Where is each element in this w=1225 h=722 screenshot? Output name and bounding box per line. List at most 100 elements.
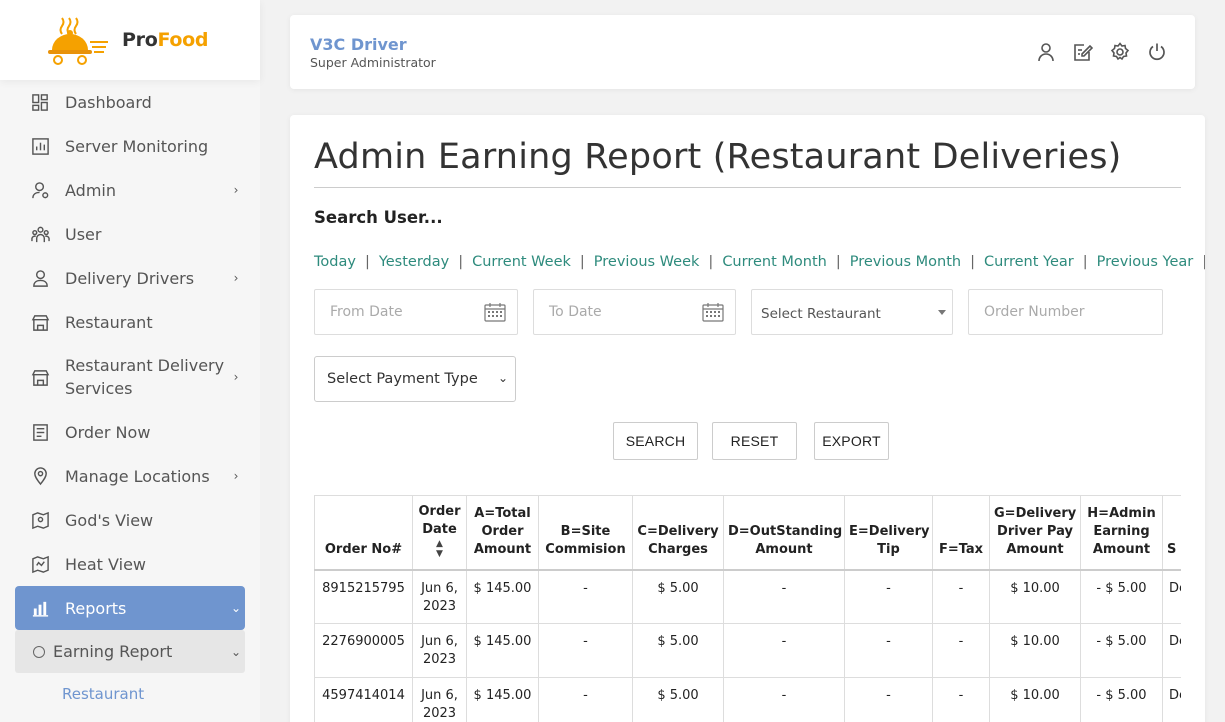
profile-icon[interactable] bbox=[1036, 42, 1056, 62]
cell-total-order-amount: $ 145.00 bbox=[466, 623, 539, 678]
map-icon bbox=[30, 510, 50, 530]
col-outstanding-amount[interactable]: D=OutStanding Amount bbox=[723, 495, 845, 571]
sidebar-subitem-earning-report[interactable]: Earning Report ⌄ bbox=[15, 630, 245, 673]
cell-driver-pay-amount: $ 10.00 bbox=[989, 677, 1081, 722]
cell-admin-earning-amount: - $ 5.00 bbox=[1080, 623, 1163, 678]
header-label: S bbox=[1167, 541, 1177, 557]
cell-total-order-amount: $ 145.00 bbox=[466, 677, 539, 722]
admin-user-icon bbox=[30, 180, 50, 200]
sort-icon[interactable]: ▲ ▼ bbox=[417, 539, 462, 559]
order-number-input[interactable]: Order Number bbox=[968, 289, 1163, 335]
cell-driver-pay-amount: $ 10.00 bbox=[989, 569, 1081, 624]
sidebar-item-manage-locations[interactable]: Manage Locations › bbox=[15, 464, 245, 488]
col-delivery-tip[interactable]: E=Delivery Tip bbox=[844, 495, 933, 571]
header-label: H=Admin Earning Amount bbox=[1087, 505, 1156, 557]
search-button[interactable]: SEARCH bbox=[613, 422, 698, 460]
sidebar-item-admin[interactable]: Admin › bbox=[15, 178, 245, 202]
col-tax[interactable]: F=Tax bbox=[932, 495, 990, 571]
separator: | bbox=[364, 254, 370, 270]
sidebar-item-label: User bbox=[65, 224, 102, 244]
cell-admin-earning-amount: - $ 5.00 bbox=[1080, 677, 1163, 722]
restaurant-select[interactable]: Select Restaurant bbox=[751, 289, 953, 335]
col-status[interactable]: S bbox=[1162, 495, 1181, 571]
reset-button[interactable]: RESET bbox=[712, 422, 797, 460]
col-total-order-amount[interactable]: A=Total Order Amount bbox=[466, 495, 539, 571]
power-icon[interactable] bbox=[1147, 42, 1167, 62]
cell-order-date: Jun 6, 2023 bbox=[412, 677, 467, 722]
sidebar-item-dashboard[interactable]: Dashboard bbox=[15, 90, 245, 114]
chevron-down-icon: ⌄ bbox=[230, 644, 242, 659]
sidebar-item-delivery-drivers[interactable]: Delivery Drivers › bbox=[15, 266, 245, 290]
sidebar-item-restaurant[interactable]: Restaurant bbox=[15, 310, 245, 334]
sidebar-item-user[interactable]: User bbox=[15, 222, 245, 246]
chevron-right-icon: › bbox=[233, 469, 239, 483]
sidebar-item-heat-view[interactable]: Heat View bbox=[15, 552, 245, 576]
calendar-icon[interactable] bbox=[702, 302, 724, 322]
quick-link-previous-month[interactable]: Previous Month bbox=[850, 254, 961, 270]
to-date-field[interactable]: To Date bbox=[533, 289, 736, 335]
sidebar-item-restaurant-delivery-services[interactable]: Restaurant Delivery Services › bbox=[15, 353, 245, 401]
cell-delivery-charges: $ 5.00 bbox=[632, 623, 724, 678]
cell-admin-earning-amount: - $ 5.00 bbox=[1080, 569, 1163, 624]
order-icon bbox=[30, 422, 50, 442]
quick-link-current-month[interactable]: Current Month bbox=[722, 254, 827, 270]
quick-link-current-year[interactable]: Current Year bbox=[984, 254, 1074, 270]
cell-outstanding-amount: - bbox=[723, 623, 845, 678]
cell-delivery-charges: $ 5.00 bbox=[632, 569, 724, 624]
quick-link-current-week[interactable]: Current Week bbox=[472, 254, 571, 270]
title-divider bbox=[314, 187, 1181, 188]
table-row[interactable]: 8915215795 Jun 6, 2023 $ 145.00 - $ 5.00… bbox=[314, 569, 1181, 624]
cell-driver-pay-amount: $ 10.00 bbox=[989, 623, 1081, 678]
edit-icon[interactable] bbox=[1073, 42, 1093, 62]
from-date-field[interactable]: From Date bbox=[314, 289, 518, 335]
header-label: B=Site Commision bbox=[545, 523, 626, 557]
calendar-icon[interactable] bbox=[484, 302, 506, 322]
sidebar-item-reports[interactable]: Reports ⌄ bbox=[15, 586, 245, 630]
header-label: C=Delivery Charges bbox=[637, 523, 719, 557]
page-title: Admin Earning Report (Restaurant Deliver… bbox=[314, 137, 1122, 177]
separator: | bbox=[970, 254, 975, 270]
cell-tax: - bbox=[932, 569, 990, 624]
quick-link-today[interactable]: Today bbox=[314, 254, 356, 270]
col-order-no[interactable]: Order No# bbox=[314, 495, 413, 571]
col-site-commission[interactable]: B=Site Commision bbox=[538, 495, 633, 571]
sidebar-item-label: God's View bbox=[65, 510, 154, 530]
logo[interactable]: ProFood bbox=[0, 0, 260, 80]
separator: | bbox=[458, 254, 464, 270]
quick-link-previous-year[interactable]: Previous Year bbox=[1097, 254, 1194, 270]
chevron-right-icon: › bbox=[233, 183, 239, 197]
quick-link-yesterday[interactable]: Yesterday bbox=[379, 254, 449, 270]
sidebar-item-order-now[interactable]: Order Now bbox=[15, 420, 245, 444]
chevron-right-icon: › bbox=[233, 370, 239, 384]
order-number-placeholder: Order Number bbox=[984, 304, 1085, 320]
separator: | bbox=[1082, 254, 1088, 270]
col-admin-earning-amount[interactable]: H=Admin Earning Amount bbox=[1080, 495, 1163, 571]
table-row[interactable]: 4597414014 Jun 6, 2023 $ 145.00 - $ 5.00… bbox=[314, 677, 1181, 722]
restaurant-select-value: Select Restaurant bbox=[761, 306, 881, 322]
sidebar-item-gods-view[interactable]: God's View bbox=[15, 508, 245, 532]
cell-delivery-tip: - bbox=[844, 677, 933, 722]
sidebar-item-label: Heat View bbox=[65, 554, 147, 574]
table-row[interactable]: 2276900005 Jun 6, 2023 $ 145.00 - $ 5.00… bbox=[314, 623, 1181, 678]
cell-tax: - bbox=[932, 677, 990, 722]
sidebar-item-server-monitoring[interactable]: Server Monitoring bbox=[15, 134, 245, 158]
sidebar-item-label: Reports bbox=[65, 598, 127, 618]
cell-tax: - bbox=[932, 623, 990, 678]
col-driver-pay-amount[interactable]: G=Delivery Driver Pay Amount bbox=[989, 495, 1081, 571]
payment-type-select[interactable]: Select Payment Type ⌄ bbox=[314, 356, 516, 402]
to-date-placeholder: To Date bbox=[549, 304, 602, 320]
cell-order-no: 4597414014 bbox=[314, 677, 413, 722]
quick-link-previous-week[interactable]: Previous Week bbox=[594, 254, 700, 270]
col-order-date[interactable]: Order Date ▲ ▼ bbox=[412, 495, 467, 571]
sidebar-item-label: Manage Locations bbox=[65, 466, 210, 486]
circle-bullet-icon bbox=[33, 645, 45, 658]
export-button[interactable]: EXPORT bbox=[814, 422, 889, 460]
earning-table-container[interactable]: Order No# Order Date ▲ ▼ A=Total Order Amo… bbox=[314, 495, 1181, 722]
sidebar-subsubitem-restaurant[interactable]: Restaurant bbox=[62, 685, 144, 703]
main-card: Admin Earning Report (Restaurant Deliver… bbox=[290, 115, 1205, 722]
settings-icon[interactable] bbox=[1110, 42, 1130, 62]
col-delivery-charges[interactable]: C=Delivery Charges bbox=[632, 495, 724, 571]
cell-order-no: 2276900005 bbox=[314, 623, 413, 678]
food-cloche-logo-icon bbox=[44, 12, 114, 68]
cell-outstanding-amount: - bbox=[723, 569, 845, 624]
